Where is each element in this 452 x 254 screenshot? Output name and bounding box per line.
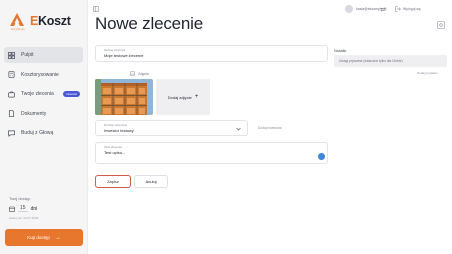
investment-type-label: Rodzaj inwestycji (104, 123, 128, 127)
days-value: 15 (18, 205, 28, 212)
plus-icon: + (194, 94, 199, 100)
cancel-button[interactable]: Anuluj (134, 175, 168, 188)
arrow-right-icon: → (54, 234, 61, 241)
calculator-icon (8, 71, 15, 78)
chevron-down-icon (236, 127, 241, 131)
notes-input[interactable]: Uwagi prywatne (widoczne tylko dla Ciebi… (334, 55, 447, 67)
photo-thumbnail[interactable] (95, 79, 153, 115)
description-textarea[interactable]: Opis zlecenia Test opisu... (95, 142, 328, 164)
subscription-title: Twój dostęp (9, 196, 31, 201)
sidebar-item-label: Buduj z Głową (21, 130, 54, 136)
investment-type-select[interactable]: Rodzaj inwestycji Inwestor testowy (95, 120, 248, 136)
sidebar-item-label: Pulpit (21, 52, 34, 58)
save-button[interactable]: Zapisz (95, 175, 131, 188)
chat-icon (8, 130, 15, 137)
logout-button[interactable]: Wyloguj się (395, 6, 421, 12)
subscription-days: 15 dni (9, 205, 79, 212)
briefcase-icon (8, 91, 15, 97)
notes-label: Notatki (334, 48, 347, 53)
image-icon (130, 71, 135, 76)
order-name-label: Nazwa zlecenia (104, 48, 126, 52)
sidebar-toggle-icon[interactable] (93, 6, 99, 12)
switch-icon[interactable] (380, 7, 386, 12)
avatar (345, 5, 353, 13)
notes-hint-link[interactable]: Dodaj prywatne (417, 71, 438, 75)
description-value: Test opisu... (104, 150, 126, 155)
building-photo (95, 79, 153, 115)
sidebar-item-buduj-z-glowa[interactable]: Buduj z Głową (4, 125, 83, 141)
subscription-panel: Twój dostęp 15 dni ważny do: 22.07.2025 (9, 196, 79, 220)
brand-name[interactable]: EKoszt (30, 14, 71, 28)
buy-access-button[interactable]: Kup dostęp → (5, 229, 83, 246)
order-name-field[interactable]: Nazwa zlecenia Moje testowe zlecenie (95, 45, 328, 62)
sidebar-item-twoje-zlecenia[interactable]: Twoje zlecenia Nowość (4, 86, 83, 102)
logo-icon (10, 13, 24, 26)
sidebar-item-dokumenty[interactable]: Dokumenty (4, 106, 83, 122)
document-icon (8, 110, 15, 117)
sidebar-nav: Pulpit Kosztorysowanie Twoje zlecenia No… (4, 47, 83, 145)
assistant-icon[interactable] (318, 153, 325, 160)
photos-label: Zdjęcia (130, 71, 149, 76)
add-investor-link[interactable]: Dodaj inwestora (258, 126, 282, 130)
order-name-value: Moje testowe zlecenie (104, 53, 144, 58)
sidebar-item-label: Dokumenty (21, 110, 47, 117)
investment-type-value: Inwestor testowy (104, 128, 134, 133)
logo-tagline: kosztorysy (11, 28, 25, 31)
dashboard-icon (8, 51, 15, 59)
page-title: Nowe zlecenie (95, 14, 203, 33)
sidebar-item-pulpit[interactable]: Pulpit (4, 47, 83, 63)
days-unit: dni (30, 205, 38, 212)
add-photo-button[interactable]: Dodaj zdjęcie + (156, 79, 210, 115)
sidebar: kosztorysy EKoszt Pulpit Kosztorysowanie… (0, 0, 88, 254)
calendar-icon (9, 206, 15, 212)
subscription-date: ważny do: 22.07.2025 (9, 216, 39, 220)
logout-icon (395, 6, 401, 12)
description-label: Opis zlecenia (104, 145, 123, 149)
sidebar-item-label: Twoje zlecenia (21, 91, 54, 97)
new-badge: Nowość (63, 91, 80, 97)
settings-icon[interactable] (437, 21, 445, 29)
sidebar-item-label: Kosztorysowanie (21, 71, 59, 78)
sidebar-item-kosztorysowanie[interactable]: Kosztorysowanie (4, 67, 83, 83)
